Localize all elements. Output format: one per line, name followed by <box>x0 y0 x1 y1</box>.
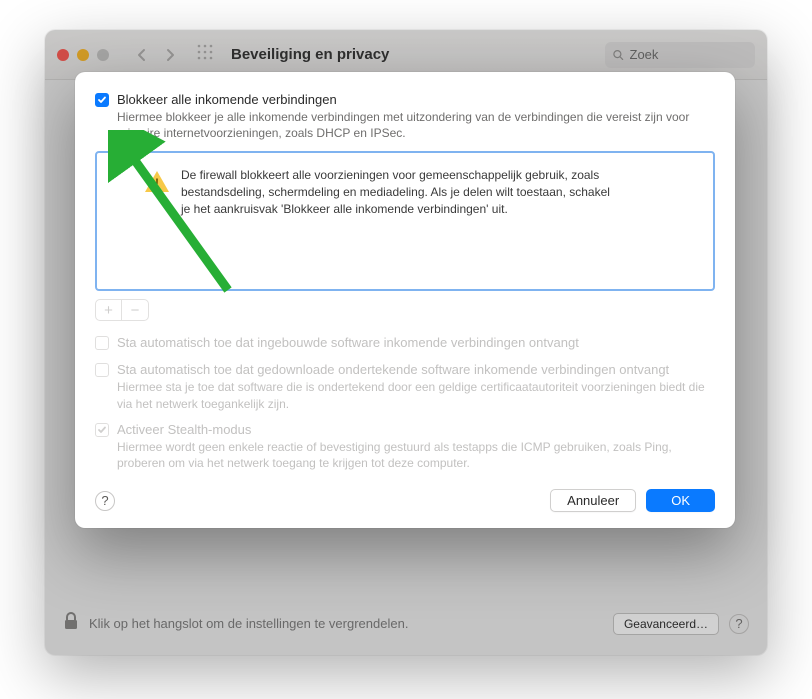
warning-icon <box>145 171 169 192</box>
cancel-button[interactable]: Annuleer <box>550 489 636 512</box>
signed-desc: Hiermee sta je toe dat software die is o… <box>117 379 715 411</box>
add-button: + <box>96 300 122 320</box>
help-button[interactable]: ? <box>95 491 115 511</box>
block-all-checkbox[interactable] <box>95 93 109 107</box>
firewall-notice-text: De firewall blokkeert alle voorzieningen… <box>181 167 621 217</box>
add-remove-control: + − <box>95 299 149 321</box>
stealth-option: Activeer Stealth-modus Hiermee wordt gee… <box>95 422 715 471</box>
signed-label: Sta automatisch toe dat gedownloade onde… <box>117 362 669 377</box>
block-all-desc: Hiermee blokkeer je alle inkomende verbi… <box>117 109 715 141</box>
builtin-label: Sta automatisch toe dat ingebouwde softw… <box>117 335 579 350</box>
stealth-label: Activeer Stealth-modus <box>117 422 251 437</box>
stealth-checkbox <box>95 423 109 437</box>
block-all-option[interactable]: Blokkeer alle inkomende verbindingen <box>95 92 715 107</box>
signed-option: Sta automatisch toe dat gedownloade onde… <box>95 362 715 411</box>
firewall-notice-box: De firewall blokkeert alle voorzieningen… <box>95 151 715 291</box>
ok-button[interactable]: OK <box>646 489 715 512</box>
stealth-desc: Hiermee wordt geen enkele reactie of bev… <box>117 439 715 471</box>
firewall-options-sheet: Blokkeer alle inkomende verbindingen Hie… <box>75 72 735 528</box>
builtin-checkbox <box>95 336 109 350</box>
builtin-option: Sta automatisch toe dat ingebouwde softw… <box>95 335 715 350</box>
signed-checkbox <box>95 363 109 377</box>
remove-button: − <box>122 300 148 320</box>
sheet-footer: ? Annuleer OK <box>95 489 715 512</box>
block-all-label: Blokkeer alle inkomende verbindingen <box>117 92 337 107</box>
